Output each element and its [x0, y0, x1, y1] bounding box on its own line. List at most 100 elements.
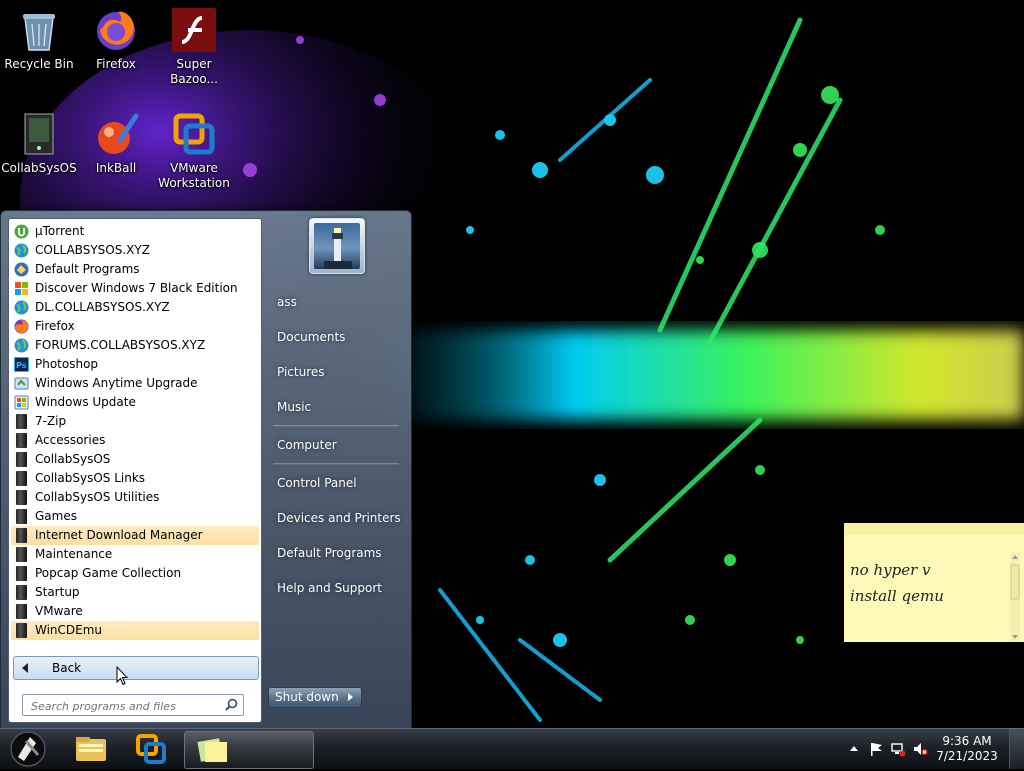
clock-time: 9:36 AM: [942, 734, 992, 748]
pictures-link[interactable]: Pictures: [269, 359, 413, 385]
mouse-cursor-icon: [116, 666, 128, 686]
folder-icon: [16, 623, 27, 638]
program-label: Internet Download Manager: [35, 528, 203, 542]
network-icon[interactable]: [890, 741, 906, 757]
search-input[interactable]: [29, 696, 223, 716]
program-list-item[interactable]: Maintenance: [11, 545, 259, 564]
taskbar-explorer-button[interactable]: [62, 731, 118, 767]
back-button[interactable]: Back: [13, 656, 259, 680]
anytime-upgrade-icon: [14, 376, 29, 391]
folder-icon: [16, 566, 27, 581]
folder-icon: [16, 452, 27, 467]
program-label: COLLABSYSOS.XYZ: [35, 243, 150, 257]
control-panel-link[interactable]: Control Panel: [269, 470, 413, 496]
right-pane-separator: [273, 463, 399, 465]
music-link[interactable]: Music: [269, 394, 413, 420]
program-list-item[interactable]: COLLABSYSOS.XYZ: [11, 241, 259, 260]
program-list-item[interactable]: Default Programs: [11, 260, 259, 279]
desktop-icon-label: VMware Workstation: [158, 161, 230, 190]
program-list-item[interactable]: CollabSysOS Links: [11, 469, 259, 488]
program-list-item[interactable]: Accessories: [11, 431, 259, 450]
notification-area: 9:36 AM 7/21/2023: [844, 729, 1024, 769]
program-label: Games: [35, 509, 77, 523]
search-icon[interactable]: [225, 698, 238, 711]
flash-icon: [170, 6, 218, 54]
program-list-item[interactable]: Windows Update: [11, 393, 259, 412]
program-list-item[interactable]: Popcap Game Collection: [11, 564, 259, 583]
show-hidden-icons-icon[interactable]: [846, 741, 862, 757]
program-label: Firefox: [35, 319, 75, 333]
program-label: Popcap Game Collection: [35, 566, 182, 580]
program-label: Maintenance: [35, 547, 113, 561]
shut-down-options-button[interactable]: [341, 687, 362, 708]
program-label: µTorrent: [35, 224, 85, 238]
program-list-item[interactable]: CollabSysOS: [11, 450, 259, 469]
program-list-item[interactable]: CollabSysOS Utilities: [11, 488, 259, 507]
computer-link[interactable]: Computer: [269, 432, 413, 458]
folder-icon: [16, 547, 27, 562]
sticky-notes-icon: [197, 738, 227, 762]
shut-down-button[interactable]: Shut down: [268, 687, 348, 708]
program-list-item[interactable]: Discover Windows 7 Black Edition: [11, 279, 259, 298]
program-label: FORUMS.COLLABSYSOS.XYZ: [35, 338, 206, 352]
start-menu-programs-pane: µTorrent COLLABSYSOS.XYZ Default Programs D…: [8, 218, 262, 723]
desktop-icon-label: CollabSysOS: [1, 161, 77, 175]
search-box[interactable]: [22, 694, 244, 716]
utorrent-icon: [14, 224, 29, 239]
taskbar-sticky-notes-button[interactable]: [184, 731, 314, 769]
program-list-item[interactable]: 7-Zip: [11, 412, 259, 431]
lighthouse-icon: [314, 223, 360, 269]
firefox-icon: [92, 6, 140, 54]
desktop-icon-inkball[interactable]: InkBall: [77, 110, 155, 176]
collabsysos-icon: [15, 110, 63, 158]
program-list-item[interactable]: Internet Download Manager: [11, 526, 259, 545]
system-clock[interactable]: 9:36 AM 7/21/2023: [932, 734, 1002, 764]
desktop-icon-vmware[interactable]: VMware Workstation: [155, 110, 233, 191]
folder-icon: [16, 490, 27, 505]
start-button[interactable]: [4, 729, 48, 769]
program-list-item[interactable]: WinCDEmu: [11, 621, 259, 640]
program-label: Default Programs: [35, 262, 140, 276]
help-support-link[interactable]: Help and Support: [269, 575, 413, 601]
sticky-note-scrollbar[interactable]: [1010, 553, 1020, 641]
default-programs-icon: [14, 262, 29, 277]
taskbar-vmware-button[interactable]: [123, 731, 179, 767]
desktop-icon-collabsysos[interactable]: CollabSysOS: [0, 110, 78, 176]
sticky-note-header[interactable]: [844, 523, 1024, 535]
desktop-icon-firefox[interactable]: Firefox: [77, 6, 155, 72]
program-list-item[interactable]: µTorrent: [11, 222, 259, 241]
sticky-note-text[interactable]: no hyper v install qemu: [850, 557, 944, 609]
program-list-item[interactable]: VMware: [11, 602, 259, 621]
program-list-item[interactable]: Games: [11, 507, 259, 526]
volume-muted-icon[interactable]: [912, 741, 928, 757]
inkball-icon: [92, 110, 140, 158]
clock-date: 7/21/2023: [936, 749, 998, 763]
program-list-item[interactable]: Startup: [11, 583, 259, 602]
program-list-item[interactable]: FORUMS.COLLABSYSOS.XYZ: [11, 336, 259, 355]
user-name-link[interactable]: ass: [269, 289, 413, 315]
folder-icon: [16, 433, 27, 448]
user-account-picture[interactable]: [309, 218, 365, 274]
program-list-item[interactable]: DL.COLLABSYSOS.XYZ: [11, 298, 259, 317]
action-center-flag-icon[interactable]: [868, 741, 884, 757]
program-label: Windows Update: [35, 395, 136, 409]
program-list-item[interactable]: Ps Photoshop: [11, 355, 259, 374]
desktop-icon-label: Recycle Bin: [4, 57, 74, 71]
desktop-icon-recycle-bin[interactable]: Recycle Bin: [0, 6, 78, 72]
folder-icon: [16, 414, 27, 429]
sticky-note[interactable]: no hyper v install qemu: [844, 523, 1024, 642]
program-label: WinCDEmu: [35, 623, 103, 637]
folder-icon: [16, 604, 27, 619]
program-list-item[interactable]: Firefox: [11, 317, 259, 336]
globe-icon: [14, 300, 29, 315]
default-programs-link[interactable]: Default Programs: [269, 540, 413, 566]
show-desktop-button[interactable]: [1009, 729, 1024, 769]
devices-printers-link[interactable]: Devices and Printers: [269, 505, 413, 531]
back-arrow-icon: [22, 663, 28, 673]
documents-link[interactable]: Documents: [269, 324, 413, 350]
desktop-icon-super-bazoo[interactable]: Super Bazoo...: [155, 6, 233, 87]
globe-icon: [14, 243, 29, 258]
program-list-item[interactable]: Windows Anytime Upgrade: [11, 374, 259, 393]
program-label: Photoshop: [35, 357, 99, 371]
svg-text:Ps: Ps: [16, 361, 27, 370]
